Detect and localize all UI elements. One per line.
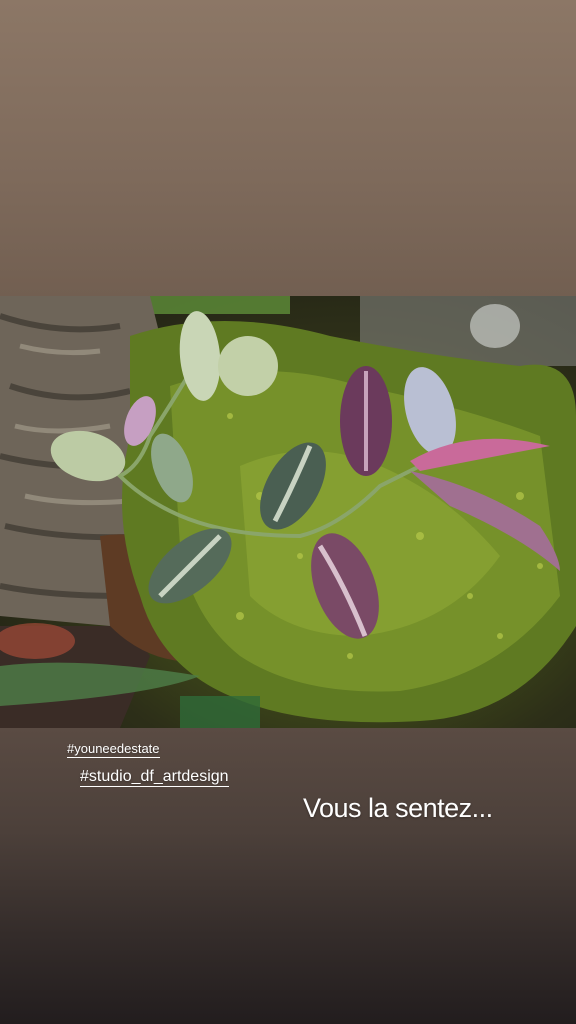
story-top-background xyxy=(0,0,576,296)
story-caption-text: Vous la sentez... xyxy=(303,793,493,823)
hashtag-sticker-youneedestate[interactable]: #youneedestate xyxy=(67,741,160,758)
hashtag-sticker-studio-df-artdesign[interactable]: #studio_df_artdesign xyxy=(80,768,229,787)
story-photo-moss-plant xyxy=(0,296,576,728)
hashtag-text: #studio_df_artdesign xyxy=(80,768,229,787)
hashtag-text: #youneedestate xyxy=(67,741,160,758)
